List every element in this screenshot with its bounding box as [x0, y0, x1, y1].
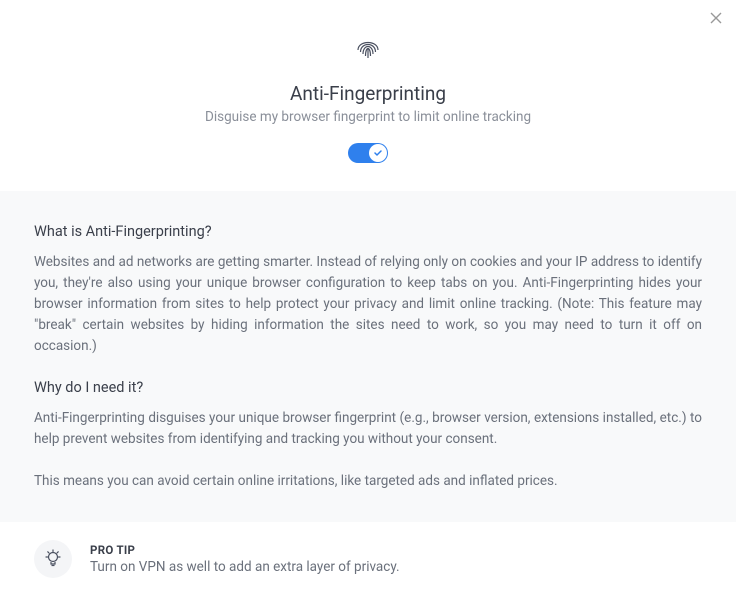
info-text-benefit: This means you can avoid certain online … — [34, 471, 702, 492]
checkmark-icon — [373, 148, 383, 158]
tip-text: Turn on VPN as well to add an extra laye… — [90, 559, 702, 575]
header: Anti-Fingerprinting Disguise my browser … — [0, 0, 736, 191]
info-heading-what: What is Anti-Fingerprinting? — [34, 223, 702, 240]
lightbulb-icon — [34, 540, 72, 578]
tip-label: PRO TIP — [90, 543, 702, 557]
info-text-what: Websites and ad networks are getting sma… — [34, 252, 702, 357]
pro-tip-section: PRO TIP Turn on VPN as well to add an ex… — [0, 522, 736, 596]
close-button[interactable] — [710, 10, 722, 28]
page-subtitle: Disguise my browser fingerprint to limit… — [20, 109, 716, 125]
info-text-why: Anti-Fingerprinting disguises your uniqu… — [34, 408, 702, 450]
info-heading-why: Why do I need it? — [34, 379, 702, 396]
toggle-knob — [369, 144, 387, 162]
info-section: What is Anti-Fingerprinting? Websites an… — [0, 191, 736, 522]
page-title: Anti-Fingerprinting — [20, 82, 716, 105]
anti-fingerprinting-toggle[interactable] — [348, 143, 388, 163]
close-icon — [710, 8, 722, 29]
fingerprint-icon — [350, 28, 386, 64]
